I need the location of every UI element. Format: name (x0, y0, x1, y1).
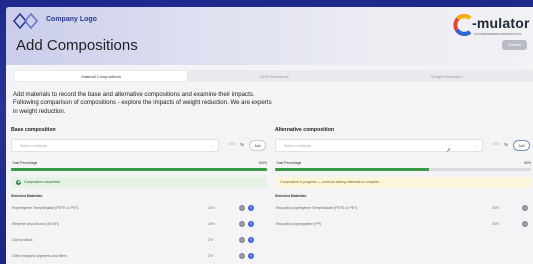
material-percentage: 30% (208, 205, 216, 210)
alt-status-text: Composition in progress — continue addin… (280, 180, 380, 184)
material-percentage: 40% (208, 221, 216, 226)
tab-weight-reduction[interactable]: Weight Reduction (361, 70, 533, 82)
edit-icon[interactable]: ✎ (248, 236, 254, 243)
base-total-value: 100% (258, 161, 267, 165)
alt-add-button[interactable]: Add (513, 140, 530, 151)
percent-sign: % (240, 142, 245, 147)
alt-select-placeholder: Select a material (284, 144, 311, 148)
alt-composition-title: Alternative composition (275, 127, 335, 133)
base-select-placeholder: Select a material (20, 144, 47, 148)
list-item: Ethylene vinyl alcohol (EVOH) 40% × ✎ (11, 220, 267, 236)
list-item: Other inorganic pigments and fillers 2% … (11, 252, 267, 264)
alternative-composition-panel: Alternative composition Select a materia… (275, 127, 531, 236)
alt-percentage-input[interactable]: 000 (487, 142, 499, 146)
base-add-button[interactable]: Add (249, 140, 266, 151)
base-total-label: Total Percentage (12, 161, 38, 165)
base-composition-title: Base composition (11, 127, 56, 133)
remove-icon[interactable]: × (522, 220, 528, 227)
base-percentage-input[interactable]: 000 (223, 142, 235, 146)
alt-total-row: Total Percentage 60% (275, 161, 531, 167)
company-logo-icon (13, 12, 39, 30)
brand-tagline: A FUTURE RESEARCH INNOVATION CO. (474, 33, 522, 36)
base-total-row: Total Percentage 100% (11, 161, 267, 167)
remove-icon[interactable]: × (522, 204, 528, 211)
base-composition-panel: Base composition Select a material ⌄ 000… (11, 127, 267, 264)
base-progress-bar (11, 168, 267, 171)
mouse-cursor-icon: ➚ (446, 148, 452, 154)
material-name: Ethylene vinyl alcohol (EVOH) (12, 221, 59, 226)
edit-icon[interactable]: ✎ (248, 220, 254, 227)
material-name: Recycled polypropylene (PP) (276, 221, 322, 226)
base-status-banner: Composition completed! (11, 176, 267, 188)
alt-progress-fill (275, 168, 429, 171)
material-name: Carbon black (12, 237, 33, 242)
alt-total-value: 60% (524, 161, 531, 165)
tab-ghg-emissions[interactable]: GHG Emissions (188, 70, 360, 82)
remove-icon[interactable]: × (239, 236, 245, 243)
remove-icon[interactable]: × (239, 220, 245, 227)
list-item: Carbon black 2% × ✎ (11, 236, 267, 252)
chevron-down-icon: ⌄ (474, 143, 478, 148)
app-window: Company Logo Add Compositions -mulator A… (6, 7, 533, 264)
alt-total-label: Total Percentage (276, 161, 302, 165)
alt-material-select[interactable]: Select a material ⌄ (275, 139, 483, 152)
chevron-down-icon: ⌄ (210, 143, 214, 148)
material-percentage: 2% (208, 253, 214, 258)
base-material-select[interactable]: Select a material ⌄ (11, 139, 219, 152)
edit-icon[interactable]: ✎ (248, 204, 254, 211)
simulate-button[interactable]: Simulate (502, 40, 527, 50)
base-selected-title: Selected Materials (11, 193, 43, 198)
header: Company Logo Add Compositions -mulator A… (6, 7, 533, 65)
material-percentage: 30% (492, 221, 500, 226)
list-item: Recycled polypropylene (PP) 30% × (275, 220, 531, 236)
page-title: Add Compositions (16, 37, 138, 54)
percent-sign: % (504, 142, 509, 147)
alt-selected-title: Selected Materials (275, 193, 307, 198)
base-progress-fill (11, 168, 267, 171)
intro-text: Add materials to record the base and alt… (13, 91, 272, 115)
check-circle-icon (16, 179, 21, 185)
remove-icon[interactable]: × (239, 252, 245, 259)
remove-icon[interactable]: × (239, 204, 245, 211)
base-input-row: Select a material ⌄ 000 % Add (11, 139, 267, 154)
material-name: Recycled polyethylene Terephthalate (PET… (276, 205, 358, 210)
list-item: Recycled polyethylene Terephthalate (PET… (275, 204, 531, 220)
tab-bar: Material Compositions GHG Emissions Weig… (14, 70, 533, 82)
alt-progress-bar (275, 168, 531, 171)
company-logo-text: Company Logo (46, 16, 97, 23)
material-name: Polyethylene Terephthalate (PETE or PET) (12, 205, 79, 210)
alt-status-banner: Composition in progress — continue addin… (275, 176, 531, 188)
tab-material-compositions[interactable]: Material Compositions (15, 71, 188, 81)
base-status-text: Composition completed! (24, 180, 61, 184)
material-percentage: 30% (492, 205, 500, 210)
material-percentage: 2% (208, 237, 214, 242)
edit-icon[interactable]: ✎ (248, 252, 254, 259)
brand-name: -mulator (472, 15, 530, 31)
brand-logo: -mulator A FUTURE RESEARCH INNOVATION CO… (452, 13, 532, 41)
list-item: Polyethylene Terephthalate (PETE or PET)… (11, 204, 267, 220)
material-name: Other inorganic pigments and fillers (12, 253, 68, 258)
alt-input-row: Select a material ⌄ 000 % Add (275, 139, 531, 154)
